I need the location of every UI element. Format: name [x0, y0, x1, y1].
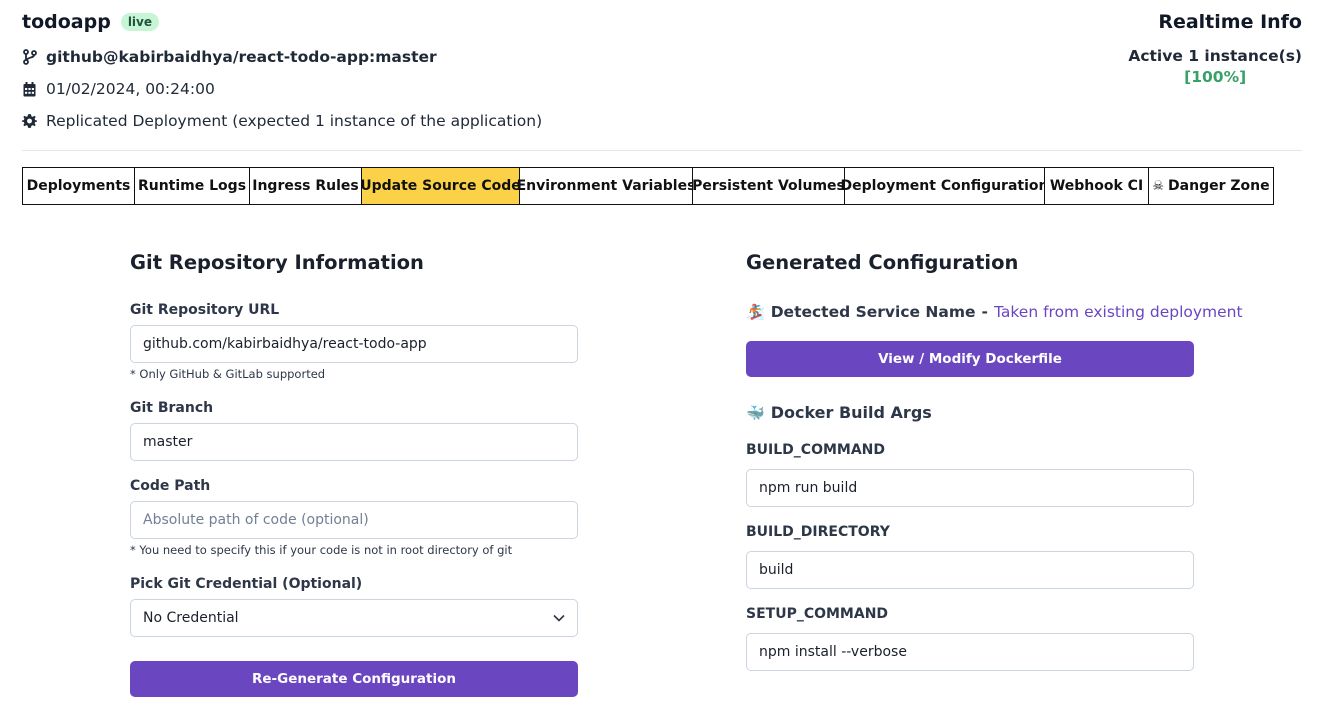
tab-update-source-code[interactable]: Update Source Code	[360, 167, 521, 205]
tab-label: Webhook CI	[1049, 178, 1144, 194]
code-path-input[interactable]	[130, 501, 578, 539]
tab-persistent-volumes[interactable]: Persistent Volumes	[692, 167, 845, 205]
tab-label: Ingress Rules	[252, 178, 359, 194]
tab-bar: Deployments Runtime Logs Ingress Rules U…	[22, 167, 1274, 205]
tab-label: Deployment Configuration	[840, 178, 1049, 194]
build-args-label: Docker Build Args	[770, 403, 932, 422]
build-directory-input[interactable]	[746, 551, 1194, 589]
setup-command-input[interactable]	[746, 633, 1194, 671]
repo-url-hint: * Only GitHub & GitLab supported	[130, 367, 326, 381]
credential-label: Pick Git Credential (Optional)	[130, 576, 363, 592]
generated-config-title: Generated Configuration	[746, 251, 1019, 274]
health-value: [100%]	[1184, 68, 1247, 86]
branch-input[interactable]	[130, 423, 578, 461]
service-name-source: Taken from existing deployment	[993, 303, 1243, 321]
datetime-row: 01/02/2024, 00:24:00	[22, 80, 215, 98]
deploy-datetime: 01/02/2024, 00:24:00	[46, 80, 215, 98]
app-name: todoapp	[22, 11, 111, 33]
repo-ref: github@kabirbaidhya/react-todo-app:maste…	[46, 48, 437, 66]
build-command-input[interactable]	[746, 469, 1194, 507]
build-arg-name: SETUP_COMMAND	[746, 606, 889, 622]
snowboarder-icon: 🏂	[746, 303, 765, 321]
view-modify-dockerfile-button[interactable]: View / Modify Dockerfile	[746, 341, 1194, 377]
repo-url-label: Git Repository URL	[130, 302, 280, 318]
deployment-mode-row: Replicated Deployment (expected 1 instan…	[22, 112, 542, 130]
build-arg-name: BUILD_COMMAND	[746, 442, 886, 458]
regenerate-config-button[interactable]: Re-Generate Configuration	[130, 661, 578, 697]
service-separator: -	[981, 303, 988, 321]
tab-label: Persistent Volumes	[692, 178, 845, 194]
tab-ingress-rules[interactable]: Ingress Rules	[250, 167, 362, 205]
tab-deployment-configuration[interactable]: Deployment Configuration	[841, 167, 1048, 205]
tab-environment-variables[interactable]: Environment Variables	[516, 167, 696, 205]
health-percentage: [100%]	[1128, 68, 1302, 86]
instance-count: Active 1 instance(s)	[1128, 47, 1302, 65]
credential-select[interactable]: No Credential	[130, 599, 578, 637]
gear-icon	[22, 113, 37, 129]
tab-label: Runtime Logs	[137, 178, 247, 194]
repo-url-input[interactable]	[130, 325, 578, 363]
credential-selected-value: No Credential	[143, 610, 239, 626]
tab-label: Deployments	[26, 178, 131, 194]
tab-deployments[interactable]: Deployments	[22, 167, 135, 205]
tab-webhook-ci[interactable]: Webhook CI	[1045, 167, 1149, 205]
calendar-icon	[22, 81, 37, 97]
tab-runtime-logs[interactable]: Runtime Logs	[135, 167, 250, 205]
build-arg-name: BUILD_DIRECTORY	[746, 524, 890, 540]
chevron-down-icon	[553, 610, 565, 626]
status-badge: live	[120, 13, 159, 31]
tab-danger-zone[interactable]: ☠ Danger Zone	[1149, 167, 1274, 205]
tab-label: Update Source Code	[360, 178, 521, 194]
whale-icon: 🐳	[746, 403, 765, 422]
skull-crossbones-icon: ☠	[1152, 178, 1165, 194]
docker-build-args-title: 🐳 Docker Build Args	[746, 403, 932, 422]
header-divider	[22, 150, 1302, 151]
git-branch-icon	[22, 49, 37, 65]
detected-service-row: 🏂 Detected Service Name - Taken from exi…	[746, 303, 1243, 321]
tab-label: Danger Zone	[1168, 178, 1270, 194]
realtime-info: Realtime Info Active 1 instance(s) [100%…	[1128, 11, 1302, 86]
service-name-label: Detected Service Name	[770, 303, 976, 321]
repo-ref-row: github@kabirbaidhya/react-todo-app:maste…	[22, 48, 437, 66]
code-path-hint: * You need to specify this if your code …	[130, 543, 513, 557]
branch-label: Git Branch	[130, 400, 214, 416]
deployment-mode: Replicated Deployment (expected 1 instan…	[46, 112, 543, 130]
git-section-title: Git Repository Information	[130, 251, 424, 274]
code-path-label: Code Path	[130, 478, 211, 494]
tab-label: Environment Variables	[516, 178, 696, 194]
app-header: todoapp live	[22, 11, 159, 33]
page: todoapp live github@kabirbaidhya/react-t…	[0, 0, 1331, 716]
realtime-title: Realtime Info	[1158, 11, 1302, 33]
